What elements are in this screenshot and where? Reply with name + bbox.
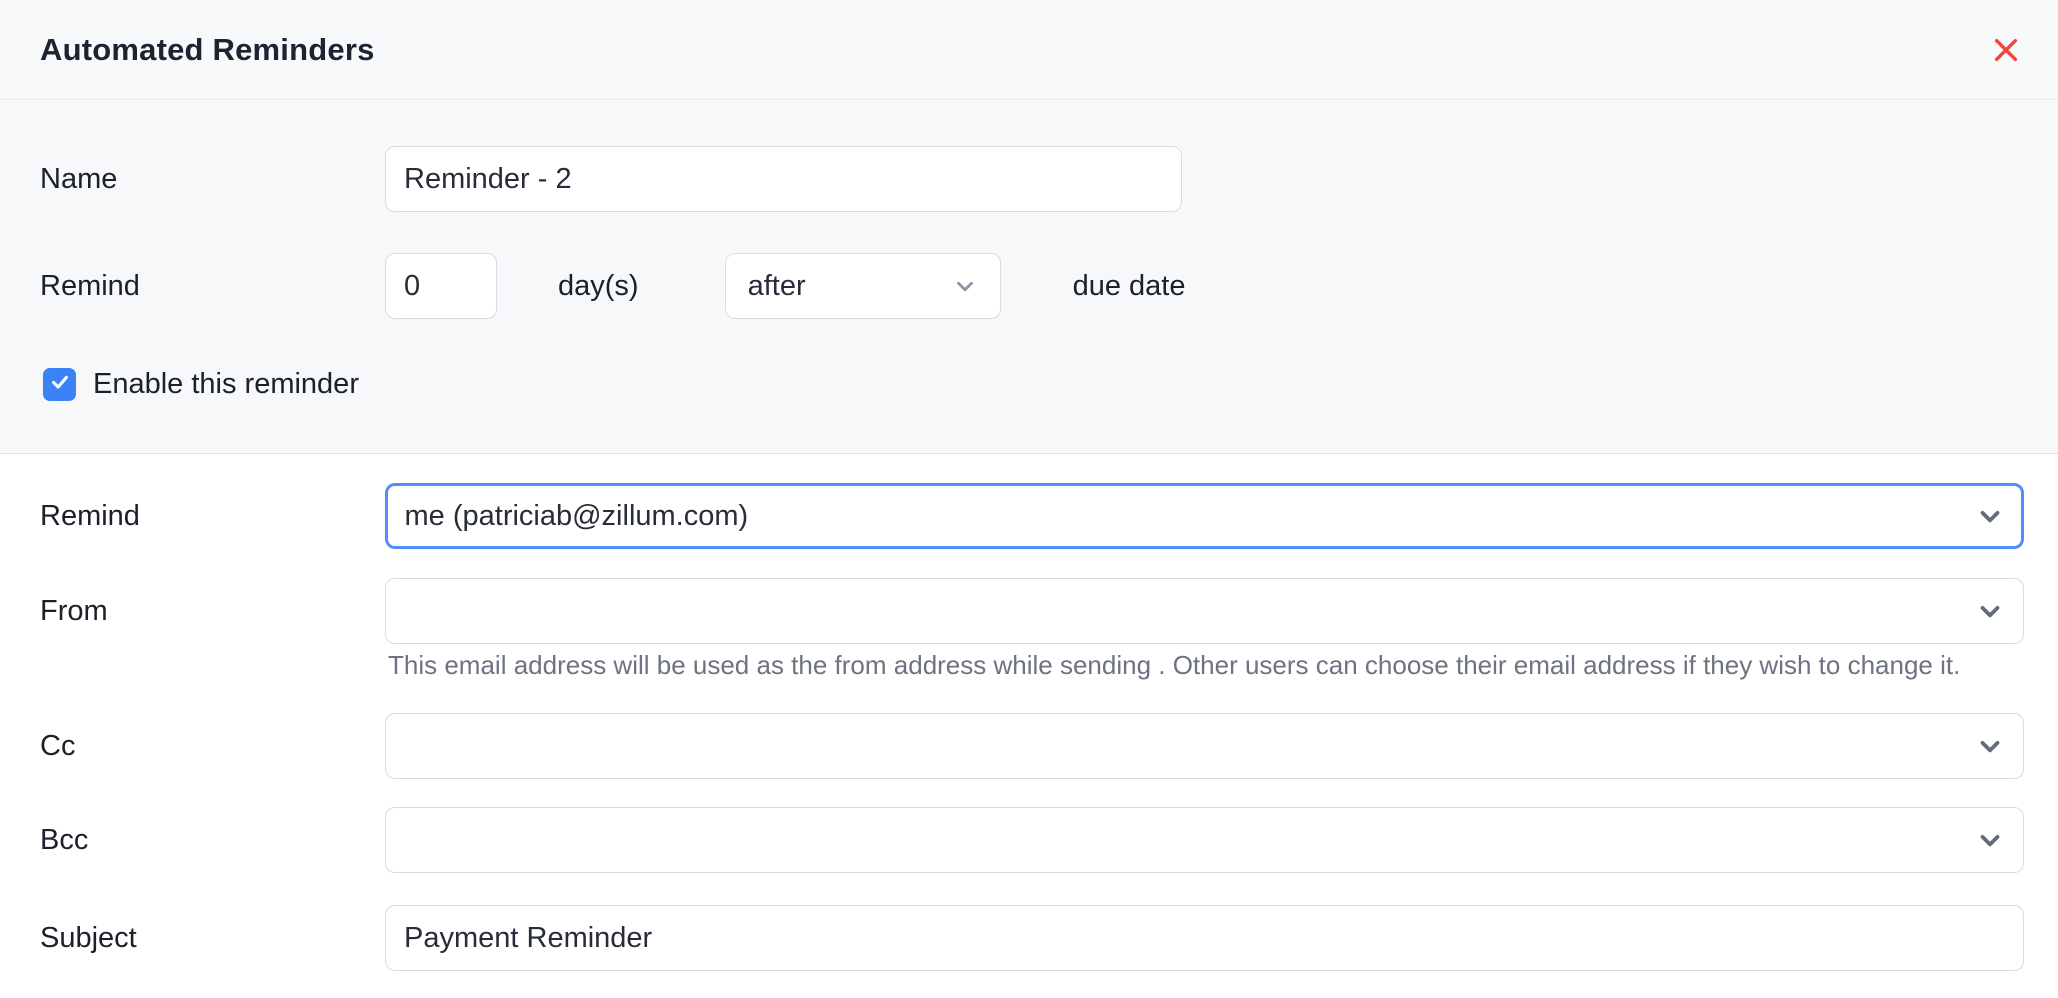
subject-input[interactable]	[404, 906, 2005, 970]
reminder-settings-section: Name Remind day(s) after due date	[0, 101, 2058, 454]
automated-reminders-dialog: Automated Reminders Name Remind day(s) a…	[0, 0, 2058, 998]
bcc-row: Bcc	[0, 807, 2058, 873]
cc-select[interactable]	[385, 713, 2024, 779]
name-label: Name	[40, 163, 385, 196]
before-after-value: after	[748, 270, 806, 303]
subject-field-wrap	[385, 905, 2024, 971]
close-icon	[1990, 34, 2022, 66]
dialog-header: Automated Reminders	[0, 0, 2058, 100]
from-helper-text: This email address will be used as the f…	[388, 650, 1960, 681]
close-button[interactable]	[1984, 28, 2028, 72]
enable-reminder-label: Enable this reminder	[93, 368, 359, 401]
chevron-down-icon	[1975, 501, 2005, 531]
cc-row: Cc	[0, 713, 2058, 779]
chevron-down-icon	[1975, 731, 2005, 761]
email-settings-section: Remind me (patriciab@zillum.com) From	[0, 455, 2058, 998]
remind-to-label: Remind	[40, 500, 385, 533]
dialog-title: Automated Reminders	[40, 32, 375, 68]
bcc-select[interactable]	[385, 807, 2024, 873]
chevron-down-icon	[1975, 825, 2005, 855]
name-row: Name	[0, 146, 2058, 212]
name-field-wrap	[385, 146, 1182, 212]
remind-offset-label: Remind	[40, 270, 385, 303]
remind-to-value: me (patriciab@zillum.com)	[405, 500, 749, 533]
before-after-select[interactable]: after	[725, 253, 1001, 319]
name-input[interactable]	[404, 147, 1163, 211]
from-select[interactable]	[385, 578, 2024, 644]
chevron-down-icon	[952, 273, 978, 299]
from-label: From	[40, 595, 385, 628]
enable-reminder-row: Enable this reminder	[0, 361, 2058, 407]
bcc-label: Bcc	[40, 824, 385, 857]
cc-label: Cc	[40, 730, 385, 763]
remind-to-select[interactable]: me (patriciab@zillum.com)	[385, 483, 2024, 549]
from-row: From	[0, 578, 2058, 644]
remind-to-row: Remind me (patriciab@zillum.com)	[0, 483, 2058, 549]
days-unit-text: day(s)	[558, 270, 639, 303]
chevron-down-icon	[1975, 596, 2005, 626]
enable-reminder-checkbox[interactable]	[43, 368, 76, 401]
days-field-wrap	[385, 253, 497, 319]
days-input[interactable]	[404, 254, 478, 318]
anchor-text: due date	[1073, 270, 1186, 303]
checkmark-icon	[49, 371, 71, 398]
subject-label: Subject	[40, 922, 385, 955]
remind-offset-row: Remind day(s) after due date	[0, 253, 2058, 319]
subject-row: Subject	[0, 905, 2058, 971]
